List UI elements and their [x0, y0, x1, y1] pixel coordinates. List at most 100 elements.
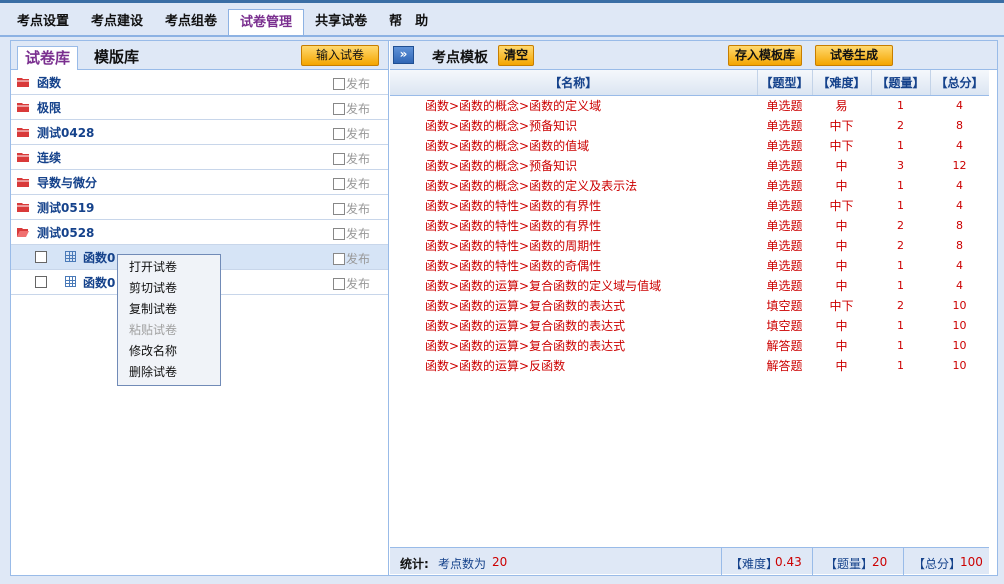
- cell-score: 8: [956, 218, 963, 232]
- tab-paper-management[interactable]: 试卷管理: [228, 9, 305, 36]
- tree-folder[interactable]: 测试0519 发布: [11, 195, 388, 220]
- cell-count: 1: [897, 178, 904, 192]
- menu-item-open-paper[interactable]: 打开试卷: [118, 257, 220, 278]
- publish-checkbox[interactable]: 发布: [333, 200, 370, 217]
- tree-folder[interactable]: 函数 发布: [11, 70, 388, 95]
- grid-row[interactable]: 函数>函数的运算>复合函数的表达式 填空题 中 1 10: [390, 315, 989, 335]
- publish-checkbox[interactable]: 发布: [333, 250, 370, 267]
- grid-row[interactable]: 函数>函数的概念>函数的定义域 单选题 易 1 4: [390, 95, 989, 115]
- cell-name: 函数>函数的特性>函数的周期性: [425, 238, 602, 253]
- grid-row[interactable]: 函数>函数的概念>函数的定义及表示法 单选题 中 1 4: [390, 175, 989, 195]
- cell-type: 单选题: [766, 138, 803, 153]
- cell-name: 函数>函数的运算>反函数: [425, 358, 566, 373]
- template-header: » 考点模板 清空 存入模板库 试卷生成: [390, 41, 997, 70]
- column-header-name[interactable]: 【名称】: [390, 70, 758, 96]
- cell-score: 8: [956, 118, 963, 132]
- grid-row[interactable]: 函数>函数的特性>函数的周期性 单选题 中 2 8: [390, 235, 989, 255]
- folder-name: 测试0428: [37, 126, 95, 140]
- cell-score: 4: [956, 138, 963, 152]
- grid-row[interactable]: 函数>函数的运算>反函数 解答题 中 1 10: [390, 355, 989, 375]
- score-value: 100: [960, 555, 983, 569]
- grid-row[interactable]: 函数>函数的运算>复合函数的表达式 解答题 中 1 10: [390, 335, 989, 355]
- grid-row[interactable]: 函数>函数的特性>函数的奇偶性 单选题 中 1 4: [390, 255, 989, 275]
- stats-label: 统计:: [400, 557, 429, 571]
- tab-exam-point-settings[interactable]: 考点设置: [6, 9, 80, 35]
- cell-type: 单选题: [766, 238, 803, 253]
- cell-name: 函数>函数的运算>复合函数的表达式: [425, 318, 626, 333]
- cell-type: 单选题: [766, 218, 803, 233]
- column-header-difficulty[interactable]: 【难度】: [812, 70, 872, 96]
- cell-score: 10: [952, 338, 967, 352]
- difficulty-value: 0.43: [775, 555, 802, 569]
- publish-checkbox[interactable]: 发布: [333, 150, 370, 167]
- publish-label: 发布: [346, 102, 371, 116]
- grid-row[interactable]: 函数>函数的特性>函数的有界性 单选题 中下 1 4: [390, 195, 989, 215]
- publish-checkbox[interactable]: 发布: [333, 125, 370, 142]
- publish-label: 发布: [346, 152, 371, 166]
- publish-checkbox[interactable]: 发布: [333, 225, 370, 242]
- import-paper-button[interactable]: 输入试卷: [301, 45, 379, 66]
- menu-item-delete-paper[interactable]: 删除试卷: [118, 362, 220, 383]
- cell-type: 单选题: [766, 258, 803, 273]
- tree-folder[interactable]: 导数与微分 发布: [11, 170, 388, 195]
- select-checkbox[interactable]: [35, 276, 47, 288]
- cell-type: 填空题: [766, 318, 803, 333]
- menu-underline: [0, 35, 1004, 37]
- cell-name: 函数>函数的概念>预备知识: [425, 118, 578, 133]
- grid-row[interactable]: 函数>函数的运算>复合函数的定义域与值域 单选题 中 1 4: [390, 275, 989, 295]
- cell-name: 函数>函数的特性>函数的有界性: [425, 198, 602, 213]
- cell-difficulty: 中: [835, 158, 848, 173]
- cell-difficulty: 中: [835, 238, 848, 253]
- cell-name: 函数>函数的概念>函数的定义域: [425, 98, 602, 113]
- generate-paper-button[interactable]: 试卷生成: [815, 45, 893, 66]
- tree-folder[interactable]: 极限 发布: [11, 95, 388, 120]
- tab-exam-assembly[interactable]: 考点组卷: [154, 9, 228, 35]
- cell-type: 解答题: [766, 338, 803, 353]
- publish-checkbox[interactable]: 发布: [333, 175, 370, 192]
- cell-name: 函数>函数的特性>函数的有界性: [425, 218, 602, 233]
- vertical-scrollbar[interactable]: [989, 70, 997, 575]
- folder-name: 极限: [37, 101, 62, 115]
- menu-item-cut-paper[interactable]: 剪切试卷: [118, 278, 220, 299]
- cell-score: 12: [952, 158, 967, 172]
- grid-row[interactable]: 函数>函数的特性>函数的有界性 单选题 中 2 8: [390, 215, 989, 235]
- paper-name: 函数0: [83, 276, 116, 290]
- cell-difficulty: 中: [835, 218, 848, 233]
- cell-type: 单选题: [766, 178, 803, 193]
- grid-header-row: 【名称】 【题型】 【难度】 【题量】 【总分】: [390, 70, 990, 96]
- publish-checkbox[interactable]: 发布: [333, 275, 370, 292]
- cell-type: 单选题: [766, 118, 803, 133]
- paper-library-panel: 试卷库 模版库 输入试卷 函数 发布 极限 发布 测试0428 发布 连续 发布…: [11, 41, 389, 575]
- tab-shared-papers[interactable]: 共享试卷: [304, 9, 378, 35]
- tree-folder[interactable]: 测试0428 发布: [11, 120, 388, 145]
- column-header-score[interactable]: 【总分】: [930, 70, 990, 96]
- cell-difficulty: 中下: [829, 138, 854, 153]
- menu-item-copy-paper[interactable]: 复制试卷: [118, 299, 220, 320]
- double-chevron-right-icon[interactable]: »: [393, 46, 414, 64]
- cell-score: 4: [956, 178, 963, 192]
- tree-folder-open[interactable]: 测试0528 发布: [11, 220, 388, 245]
- publish-checkbox[interactable]: 发布: [333, 100, 370, 117]
- column-header-count[interactable]: 【题量】: [871, 70, 931, 96]
- grid-row[interactable]: 函数>函数的运算>复合函数的表达式 填空题 中下 2 10: [390, 295, 989, 315]
- folder-icon: [17, 128, 29, 137]
- template-panel: » 考点模板 清空 存入模板库 试卷生成 【名称】 【题型】 【难度】 【题量】…: [390, 41, 997, 575]
- column-header-type[interactable]: 【题型】: [757, 70, 813, 96]
- grid-row[interactable]: 函数>函数的概念>函数的值域 单选题 中下 1 4: [390, 135, 989, 155]
- tree-folder[interactable]: 连续 发布: [11, 145, 388, 170]
- clear-button[interactable]: 清空: [498, 45, 535, 66]
- tab-paper-library[interactable]: 试卷库: [17, 46, 79, 70]
- tab-template-library[interactable]: 模版库: [87, 46, 146, 70]
- cell-score: 4: [956, 198, 963, 212]
- cell-score: 4: [956, 278, 963, 292]
- save-to-template-library-button[interactable]: 存入模板库: [728, 45, 803, 66]
- menu-item-rename[interactable]: 修改名称: [118, 341, 220, 362]
- score-label: 【总分】: [913, 557, 962, 571]
- tab-exam-point-building[interactable]: 考点建设: [80, 9, 154, 35]
- grid-row[interactable]: 函数>函数的概念>预备知识 单选题 中下 2 8: [390, 115, 989, 135]
- publish-checkbox[interactable]: 发布: [333, 75, 370, 92]
- grid-row[interactable]: 函数>函数的概念>预备知识 单选题 中 3 12: [390, 155, 989, 175]
- select-checkbox[interactable]: [35, 251, 47, 263]
- count-label: 考点数为: [438, 557, 487, 571]
- tab-help[interactable]: 帮 助: [378, 9, 439, 35]
